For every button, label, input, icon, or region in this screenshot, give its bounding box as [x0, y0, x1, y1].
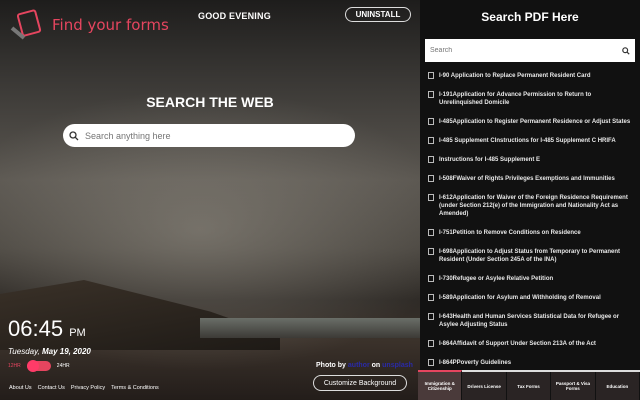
category-tab[interactable]: Education — [595, 372, 640, 400]
footer-link-about[interactable]: About Us — [9, 385, 32, 391]
footer-link-contact[interactable]: Contact Us — [38, 385, 65, 391]
pdf-list-item[interactable]: I-589Application for Asylum and Withhold… — [428, 294, 636, 302]
pdf-item-label: I-485 Supplement CInstructions for I-485… — [439, 138, 616, 144]
pdf-icon — [428, 294, 434, 301]
pdf-item-label: I-643Health and Human Services Statistic… — [439, 314, 620, 328]
pdf-icon — [428, 72, 434, 79]
pdf-list-item[interactable]: I-730Refugee or Asylee Relative Petition — [428, 275, 636, 283]
search-icon[interactable] — [622, 46, 630, 55]
pdf-item-label: I-751Petition to Remove Conditions on Re… — [439, 230, 581, 236]
pdf-list-item[interactable]: I-191Application for Advance Permission … — [428, 91, 636, 107]
category-tab[interactable]: Immigration & Citizenship — [418, 370, 463, 400]
pdf-icon — [428, 229, 434, 236]
pdf-list-item[interactable]: I-751Petition to Remove Conditions on Re… — [428, 229, 636, 237]
footer-link-terms[interactable]: Terms & Conditions — [111, 385, 159, 391]
pdf-item-label: I-864Affidavit of Support Under Section … — [439, 341, 596, 347]
pdf-list-item[interactable]: I-698Application to Adjust Status from T… — [428, 248, 636, 264]
pdf-icon — [428, 156, 434, 163]
pdf-panel: Search PDF Here I-90 Application to Repl… — [420, 0, 640, 400]
uninstall-button[interactable]: UNINSTALL — [345, 7, 411, 22]
photo-on: on — [371, 362, 381, 369]
customize-background-button[interactable]: Customize Background — [313, 375, 407, 391]
clock: 06:45 PM — [8, 316, 86, 342]
pdf-item-label: I-730Refugee or Asylee Relative Petition — [439, 276, 554, 282]
pdf-item-label: I-864PPoverty Guidelines — [439, 360, 512, 366]
pdf-list-item[interactable]: I-864Affidavit of Support Under Section … — [428, 340, 636, 348]
search-icon — [69, 130, 79, 140]
pdf-list-item[interactable]: I-508FWaiver of Rights Privileges Exempt… — [428, 175, 636, 183]
pdf-item-label: I-485Application to Register Permanent R… — [439, 119, 631, 125]
category-tab[interactable]: Passport & Visa Forms — [551, 372, 596, 400]
pdf-icon — [428, 118, 434, 125]
footer-link-privacy[interactable]: Privacy Policy — [71, 385, 105, 391]
web-search-input[interactable] — [85, 130, 355, 141]
web-search-bar[interactable] — [63, 124, 355, 147]
panel-title: Search PDF Here — [481, 10, 579, 24]
pdf-icon — [428, 91, 434, 98]
photo-prefix: Photo by — [316, 362, 346, 369]
pdf-list-item[interactable]: I-485 Supplement CInstructions for I-485… — [428, 137, 636, 145]
pdf-list: I-90 Application to Replace Permanent Re… — [428, 72, 636, 378]
photo-credit: Photo by author on unsplash — [316, 362, 413, 369]
date-text: May 19, 2020 — [41, 347, 91, 356]
pdf-icon — [428, 313, 434, 320]
clock-ampm: PM — [69, 327, 86, 339]
pdf-item-label: Instructions for I-485 Supplement E — [439, 157, 541, 163]
pdf-item-label: I-90 Application to Replace Permanent Re… — [439, 73, 591, 79]
pdf-icon — [428, 248, 434, 255]
pdf-icon — [428, 175, 434, 182]
clock-time: 06:45 — [8, 316, 64, 341]
pdf-list-item[interactable]: I-864PPoverty Guidelines — [428, 359, 636, 367]
date: Tuesday, May 19, 2020 — [8, 347, 91, 356]
label-24hr: 24HR — [56, 363, 70, 369]
pdf-item-label: I-589Application for Asylum and Withhold… — [439, 295, 601, 301]
time-format-toggle-row: 12HR 24HR — [8, 360, 70, 372]
label-12hr: 12HR — [8, 363, 21, 369]
footer-links: About Us Contact Us Privacy Policy Terms… — [9, 385, 159, 391]
photo-author-link[interactable]: author — [348, 362, 370, 369]
search-title: SEARCH THE WEB — [146, 94, 274, 110]
pdf-item-label: I-191Application for Advance Permission … — [439, 92, 592, 106]
pdf-icon — [428, 137, 434, 144]
pdf-icon — [428, 359, 434, 366]
pdf-item-label: I-508FWaiver of Rights Privileges Exempt… — [439, 176, 615, 182]
pdf-icon — [428, 194, 434, 201]
pdf-search-bar[interactable] — [425, 39, 635, 62]
pdf-search-input[interactable] — [430, 47, 622, 54]
weekday: Tuesday, — [8, 347, 40, 356]
category-tabs: Immigration & Citizenship Drivers License… — [418, 370, 640, 400]
category-tab[interactable]: Drivers License — [462, 372, 507, 400]
form-pencil-icon — [10, 9, 42, 40]
photo-site-link[interactable]: unsplash — [382, 362, 413, 369]
greeting: GOOD EVENING — [198, 11, 271, 21]
pdf-list-item[interactable]: I-643Health and Human Services Statistic… — [428, 313, 636, 329]
pdf-item-label: I-612Application for Waiver of the Forei… — [439, 195, 628, 217]
time-format-toggle[interactable] — [26, 360, 51, 372]
logo-text: Find your forms — [52, 16, 169, 34]
pdf-icon — [428, 275, 434, 282]
pdf-item-label: I-698Application to Adjust Status from T… — [439, 249, 621, 263]
logo[interactable]: Find your forms — [10, 8, 169, 42]
pdf-list-item[interactable]: I-485Application to Register Permanent R… — [428, 118, 636, 126]
pdf-icon — [428, 340, 434, 347]
pdf-list-item[interactable]: I-90 Application to Replace Permanent Re… — [428, 72, 636, 80]
pdf-list-item[interactable]: Instructions for I-485 Supplement E — [428, 156, 636, 164]
pdf-list-item[interactable]: I-612Application for Waiver of the Forei… — [428, 194, 636, 218]
category-tab[interactable]: Tax Forms — [506, 372, 552, 400]
